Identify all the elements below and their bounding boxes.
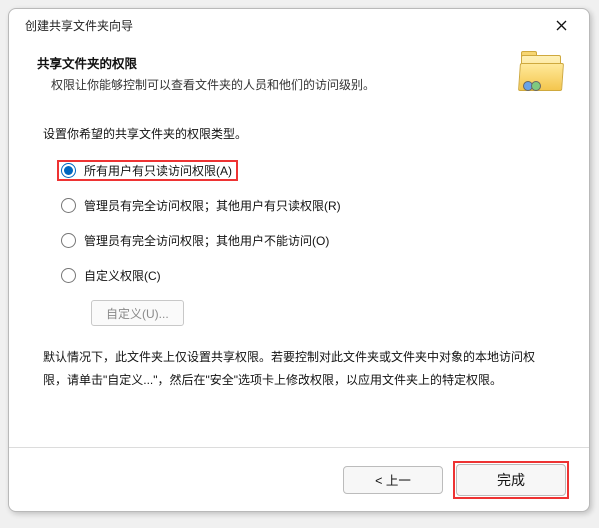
close-icon [556,20,567,31]
back-button[interactable]: < 上一 [343,466,443,494]
radio-input-custom[interactable] [61,268,76,283]
header-title: 共享文件夹的权限 [37,53,507,72]
radio-input-admin-read[interactable] [61,198,76,213]
wizard-header: 共享文件夹的权限 权限让你能够控制可以查看文件夹的人员和他们的访问级别。 [9,41,589,105]
radio-label-admin-none: 管理员有完全访问权限；其他用户不能访问(O) [84,232,329,249]
permission-note: 默认情况下，此文件夹上仅设置共享权限。若要控制对此文件夹或文件夹中对象的本地访问… [43,346,555,392]
customize-button: 自定义(U)... [91,300,184,326]
instruction-text: 设置你希望的共享文件夹的权限类型。 [43,125,555,142]
header-text: 共享文件夹的权限 权限让你能够控制可以查看文件夹的人员和他们的访问级别。 [37,53,507,93]
permission-radio-group: 所有用户有只读访问权限(A) 管理员有完全访问权限；其他用户有只读权限(R) 管… [57,160,555,326]
radio-option-all-read[interactable]: 所有用户有只读访问权限(A) [57,160,238,181]
finish-button[interactable]: 完成 [456,464,566,496]
close-button[interactable] [543,11,579,39]
wizard-footer: < 上一 完成 [9,447,589,511]
wizard-window: 创建共享文件夹向导 共享文件夹的权限 权限让你能够控制可以查看文件夹的人员和他们… [8,8,590,512]
finish-highlight: 完成 [453,461,569,499]
radio-input-admin-none[interactable] [61,233,76,248]
shared-folder-icon [517,53,565,93]
radio-option-admin-read[interactable]: 管理员有完全访问权限；其他用户有只读权限(R) [57,195,347,216]
radio-label-all-read: 所有用户有只读访问权限(A) [84,162,232,179]
radio-option-custom[interactable]: 自定义权限(C) [57,265,167,286]
window-title: 创建共享文件夹向导 [25,17,543,34]
titlebar: 创建共享文件夹向导 [9,9,589,41]
custom-button-row: 自定义(U)... [91,300,555,326]
radio-input-all-read[interactable] [61,163,76,178]
wizard-content: 设置你希望的共享文件夹的权限类型。 所有用户有只读访问权限(A) 管理员有完全访… [9,105,589,447]
radio-label-custom: 自定义权限(C) [84,267,161,284]
radio-label-admin-read: 管理员有完全访问权限；其他用户有只读权限(R) [84,197,341,214]
header-description: 权限让你能够控制可以查看文件夹的人员和他们的访问级别。 [51,76,507,93]
radio-option-admin-none[interactable]: 管理员有完全访问权限；其他用户不能访问(O) [57,230,335,251]
